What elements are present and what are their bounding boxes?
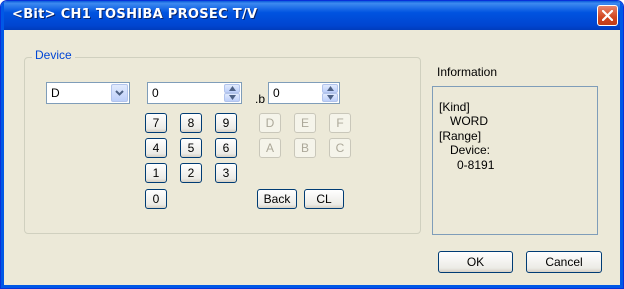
key-9[interactable]: 9 bbox=[215, 113, 237, 133]
info-range-device-label: Device: bbox=[450, 143, 491, 157]
key-5[interactable]: 5 bbox=[180, 138, 202, 158]
cancel-button[interactable]: Cancel bbox=[526, 251, 602, 273]
information-label: Information bbox=[437, 65, 498, 79]
address-spinbox[interactable]: 0 bbox=[147, 82, 242, 104]
address-value: 0 bbox=[152, 86, 159, 100]
key-c[interactable]: C bbox=[329, 138, 351, 158]
spin-up-icon bbox=[327, 86, 334, 91]
bit-value: 0 bbox=[273, 86, 280, 100]
key-8[interactable]: 8 bbox=[180, 113, 202, 133]
key-6[interactable]: 6 bbox=[215, 138, 237, 158]
key-d[interactable]: D bbox=[259, 113, 281, 133]
key-0[interactable]: 0 bbox=[145, 189, 167, 209]
info-range-heading: [Range] bbox=[439, 129, 482, 143]
bit-spinbox[interactable]: 0 bbox=[268, 82, 340, 104]
bit-spin-up[interactable] bbox=[322, 84, 338, 93]
device-type-select[interactable]: D bbox=[46, 82, 130, 104]
spin-up-icon bbox=[229, 86, 236, 91]
key-e[interactable]: E bbox=[294, 113, 316, 133]
information-panel: [Kind] WORD [Range] Device: 0-8191 bbox=[432, 86, 598, 235]
key-1[interactable]: 1 bbox=[145, 163, 167, 183]
chevron-down-icon bbox=[115, 90, 124, 96]
spin-down-icon bbox=[229, 95, 236, 100]
spin-down-icon bbox=[327, 95, 334, 100]
back-button[interactable]: Back bbox=[257, 189, 297, 209]
key-4[interactable]: 4 bbox=[145, 138, 167, 158]
bit-separator-label: .b bbox=[255, 92, 266, 106]
key-2[interactable]: 2 bbox=[180, 163, 202, 183]
key-3[interactable]: 3 bbox=[215, 163, 237, 183]
clear-button[interactable]: CL bbox=[304, 189, 344, 209]
ok-button[interactable]: OK bbox=[438, 251, 513, 273]
device-type-dropdown-button[interactable] bbox=[111, 84, 128, 102]
info-range-value: 0-8191 bbox=[457, 158, 495, 172]
key-a[interactable]: A bbox=[259, 138, 281, 158]
address-spin-up[interactable] bbox=[224, 84, 240, 93]
device-group-legend: Device bbox=[32, 48, 75, 62]
key-f[interactable]: F bbox=[329, 113, 351, 133]
address-spin-down[interactable] bbox=[224, 93, 240, 102]
bit-spin-down[interactable] bbox=[322, 93, 338, 102]
info-kind-heading: [Kind] bbox=[439, 100, 470, 114]
key-7[interactable]: 7 bbox=[145, 113, 167, 133]
info-kind-value: WORD bbox=[450, 114, 488, 128]
key-b[interactable]: B bbox=[294, 138, 316, 158]
device-type-value: D bbox=[51, 86, 60, 100]
